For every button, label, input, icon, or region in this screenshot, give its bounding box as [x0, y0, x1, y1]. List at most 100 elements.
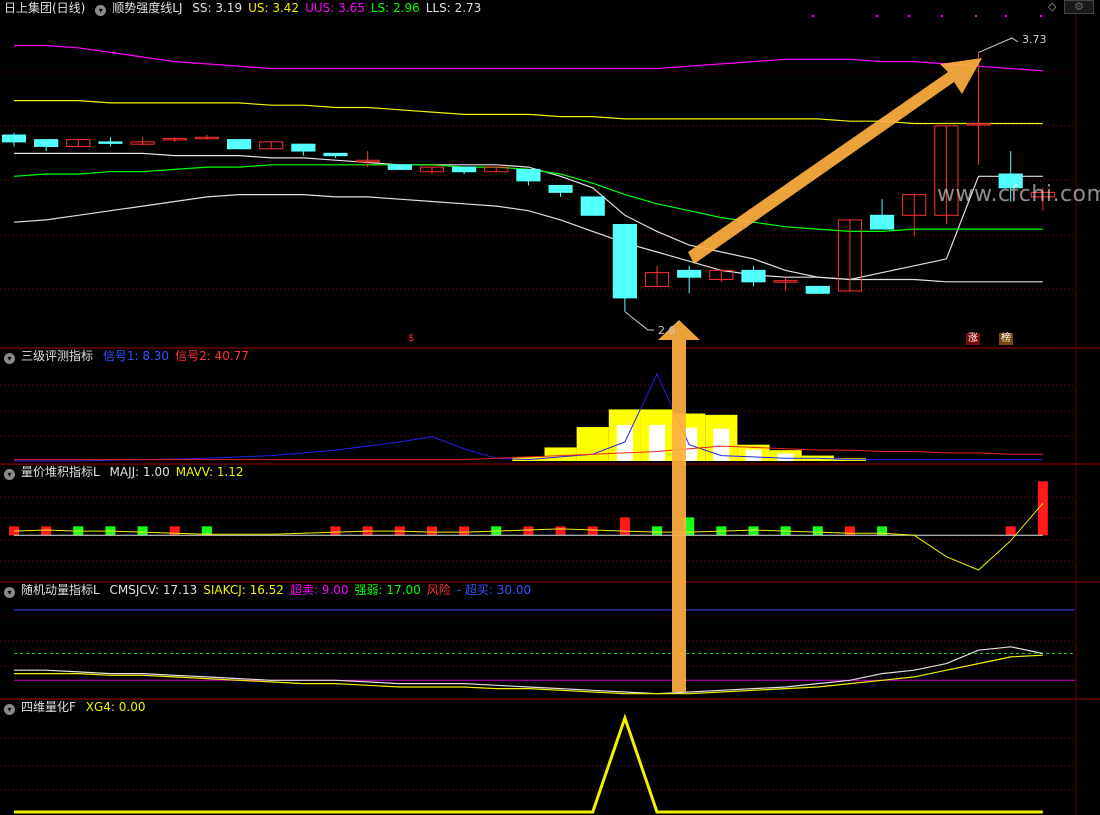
indicator-value: 风险: [426, 583, 451, 597]
candle-body: [226, 139, 252, 150]
watermark: www.cfchi.com: [937, 182, 1100, 207]
indicator-value: XG4: 0.00: [85, 700, 146, 714]
indicator-value: LS: 2.96: [370, 1, 420, 15]
band-line-uus: [14, 44, 1043, 72]
arrow-up: [658, 320, 700, 692]
panel5-name[interactable]: 四维量化F: [21, 700, 76, 714]
candle-body: [34, 139, 59, 147]
top-dot: [812, 15, 814, 17]
stack-bar: [137, 526, 148, 536]
indicator-value: SS: 3.19: [192, 1, 243, 15]
stack-bar: [619, 517, 630, 536]
candle-body: [323, 152, 348, 157]
stack-bar: [459, 526, 470, 536]
panel4-header: ▾ 随机动量指标L CMSJCV: 17.13 SIAKCJ: 16.52 超卖: 9…: [4, 582, 543, 598]
dropdown-icon[interactable]: ▾: [4, 469, 15, 480]
stack-line: [13, 502, 1044, 571]
stack-bar: [169, 526, 180, 536]
bang-marker: 榜: [999, 333, 1013, 345]
chart-stage: 日上集团(日线) ▾ 顺势强度线LJ SS: 3.19 US: 3.42 UUS: 3…: [0, 0, 1100, 815]
candle-body: [452, 166, 477, 173]
zhang-marker: 涨: [966, 333, 980, 345]
indicator-value: 信号2: 40.77: [175, 349, 249, 363]
stack-bar: [748, 526, 759, 536]
candle-body: [98, 141, 123, 144]
band-line-lls: [13, 194, 1043, 283]
signal-line: [14, 372, 1043, 462]
candle-body: [1, 134, 27, 143]
high-price-label: 3.73: [1022, 33, 1047, 46]
stack-bar: [1005, 526, 1016, 536]
indicator-value: UUS: 3.65: [305, 1, 365, 15]
indicator-value: MAJJ: 1.00: [109, 465, 170, 479]
top-dot: [941, 15, 943, 17]
settings-icon[interactable]: ⚙: [1064, 0, 1094, 14]
stack-bar: [330, 526, 341, 536]
indicator-value: SIAKCJ: 16.52: [203, 583, 284, 597]
candle-body: [291, 143, 316, 152]
stack-bar: [877, 526, 888, 536]
momentum-line: [14, 646, 1043, 695]
stack-bar: [555, 526, 566, 536]
low-pointer: [624, 311, 654, 331]
stack-bar: [587, 526, 598, 536]
dropdown-icon[interactable]: ▾: [4, 353, 15, 364]
volume-bar-inner: [648, 424, 666, 461]
top-dot: [908, 15, 910, 17]
stack-bar: [844, 526, 855, 536]
signal-s-marker: $: [408, 333, 415, 344]
indicator-value: 信号1: 8.30: [102, 349, 170, 363]
panel2-header: ▾ 三级评测指标 信号1: 8.30 信号2: 40.77: [4, 348, 261, 364]
stack-bar: [812, 526, 823, 536]
stack-bar: [652, 526, 663, 536]
stack-bar: [41, 526, 52, 536]
candle-body: [548, 184, 573, 193]
candle-body: [516, 168, 541, 182]
candle-body: [805, 285, 830, 294]
stack-bar: [1037, 481, 1048, 536]
indicator-value: 超卖: 9.00: [289, 583, 349, 597]
indicator-value: LLS: 2.73: [425, 1, 482, 15]
panel3-name[interactable]: 量价堆积指标L: [21, 465, 100, 479]
xg4-line: [14, 713, 1043, 814]
panel2-values: 信号1: 8.30 信号2: 40.77: [103, 349, 255, 363]
low-price-label: 2.6: [658, 324, 676, 337]
panel5-values: XG4: 0.00: [86, 700, 152, 714]
candle-body: [580, 196, 605, 216]
panel4-name[interactable]: 随机动量指标L: [21, 583, 100, 597]
dropdown-icon[interactable]: ▾: [4, 704, 15, 715]
diamond-icon[interactable]: ◇: [1048, 0, 1056, 14]
stack-bar: [426, 526, 437, 536]
top-dot: [1005, 15, 1007, 17]
candle-body: [870, 214, 895, 230]
volume-bar: [544, 447, 577, 461]
indicator-value: US: 3.42: [248, 1, 300, 15]
indicator-value: CMSJCV: 17.13: [109, 583, 198, 597]
panel3-values: MAJJ: 1.00 MAVV: 1.12: [110, 465, 250, 479]
indicator-value: - 超买: 30.00: [456, 583, 532, 597]
main-header: 日上集团(日线) ▾ 顺势强度线LJ SS: 3.19 US: 3.42 UUS: 3…: [4, 0, 493, 16]
indicator-values: SS: 3.19 US: 3.42 UUS: 3.65 LS: 2.96 LLS: 2.…: [192, 1, 487, 15]
volume-bar: [576, 427, 609, 461]
dropdown-icon[interactable]: ▾: [4, 587, 15, 598]
indicator-value: 强弱: 17.00: [354, 583, 421, 597]
panel4-values: CMSJCV: 17.13 SIAKCJ: 16.52 超卖: 9.00 强弱: 17…: [110, 583, 538, 597]
candle-body: [741, 269, 766, 283]
candle-body: [387, 164, 412, 170]
top-dot: [876, 15, 878, 17]
indicator-name[interactable]: 顺势强度线LJ: [112, 1, 182, 15]
panel3-header: ▾ 量价堆积指标L MAJJ: 1.00 MAVV: 1.12: [4, 464, 256, 480]
top-dot: [975, 15, 977, 17]
stock-title: 日上集团(日线): [4, 1, 86, 15]
candle-body: [677, 269, 702, 278]
panel2-name[interactable]: 三级评测指标: [21, 349, 93, 363]
dropdown-icon[interactable]: ▾: [95, 5, 107, 16]
volume-bar-inner: [745, 449, 762, 461]
indicator-value: MAVV: 1.12: [175, 465, 244, 479]
volume-bar-inner: [777, 453, 794, 461]
candle-body: [612, 223, 637, 299]
arrow-diagonal: [688, 58, 982, 264]
top-dot: [1040, 15, 1042, 17]
panel5-header: ▾ 四维量化F XG4: 0.00: [4, 699, 157, 715]
high-pointer: [978, 37, 1019, 53]
